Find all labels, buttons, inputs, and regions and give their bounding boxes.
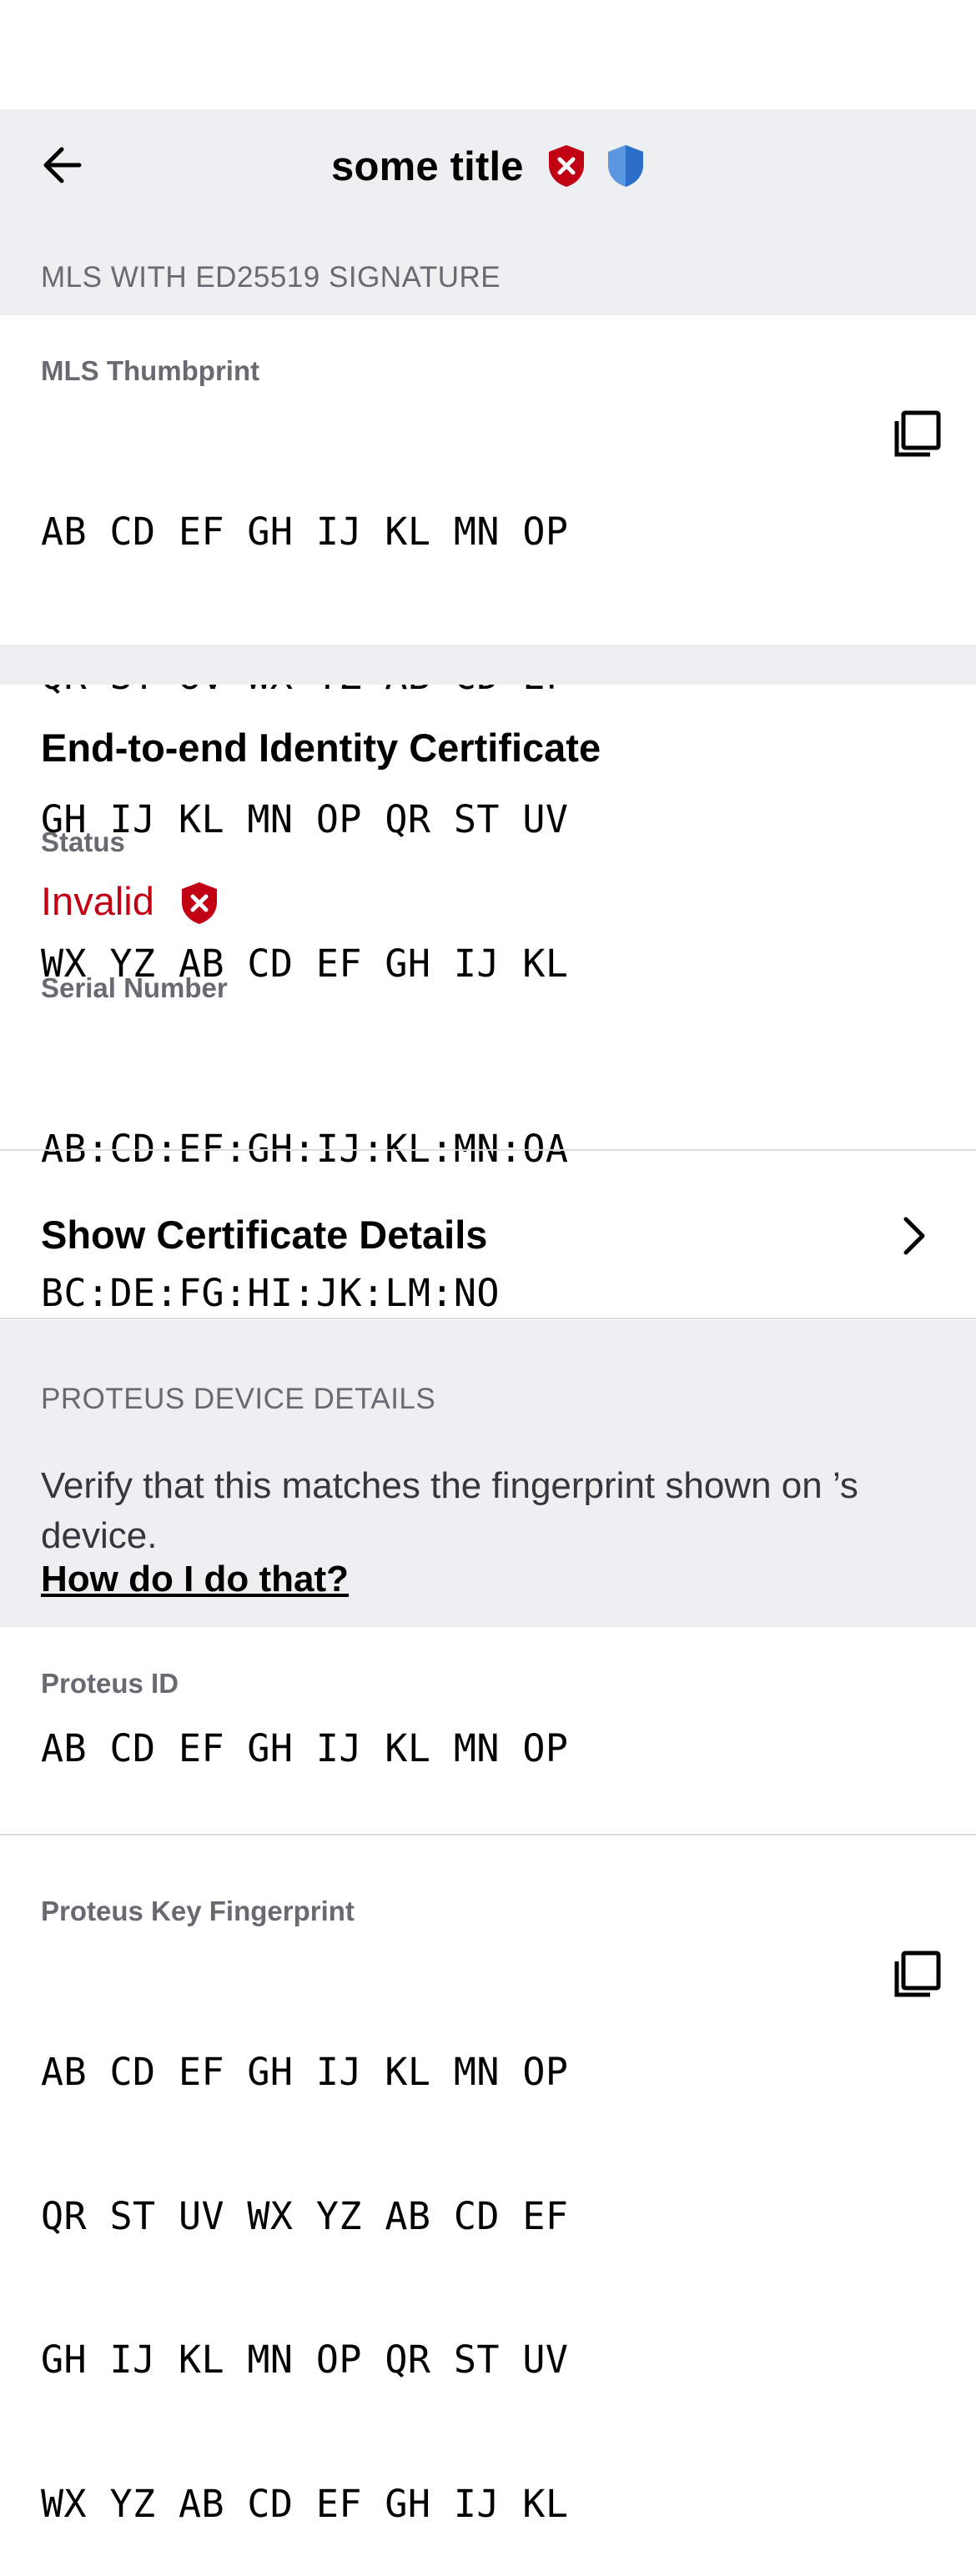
proteus-fingerprint-label: Proteus Key Fingerprint: [41, 1896, 355, 1926]
verify-instructions: Verify that this matches the fingerprint…: [41, 1465, 858, 1556]
how-do-i-do-that-link[interactable]: How do I do that?: [41, 1556, 349, 1603]
shield-half-blue-icon: [608, 145, 643, 187]
hex-line: AB CD EF GH IJ KL MN OP: [41, 2050, 569, 2094]
proteus-section-title: PROTEUS DEVICE DETAILS: [41, 1383, 436, 1415]
show-certificate-details-label: Show Certificate Details: [41, 1213, 488, 1257]
certificate-section-title: End-to-end Identity Certificate: [41, 726, 601, 770]
divider: [0, 1834, 976, 1835]
status-bar: [0, 0, 976, 109]
shield-x-red-icon: [549, 145, 584, 187]
proteus-fingerprint-value: AB CD EF GH IJ KL MN OP QR ST UV WX YZ A…: [41, 1952, 568, 2576]
copy-icon[interactable]: [889, 407, 944, 462]
arrow-left-icon: [43, 147, 82, 183]
shield-x-red-icon: [182, 882, 217, 924]
divider: [0, 1149, 976, 1151]
copy-icon[interactable]: [889, 1947, 944, 2002]
section-separator: [0, 645, 976, 685]
page-title: some title: [331, 144, 524, 189]
divider: [0, 1318, 976, 1319]
proteus-id-value: AB CD EF GH IJ KL MN OP: [41, 1726, 569, 1770]
mls-thumbprint-label: MLS Thumbprint: [41, 355, 260, 386]
proteus-id-label: Proteus ID: [41, 1668, 179, 1699]
hex-line: QR ST UV WX YZ AB CD EF: [41, 2193, 569, 2238]
status-label: Status: [41, 826, 125, 857]
serial-number-label: Serial Number: [41, 972, 228, 1003]
back-button[interactable]: [37, 138, 87, 193]
hex-line: GH IJ KL MN OP QR ST UV: [41, 2337, 569, 2382]
hex-line: WX YZ AB CD EF GH IJ KL: [41, 2481, 569, 2526]
chevron-right-icon: [903, 1217, 925, 1255]
hex-line: AB CD EF GH IJ KL MN OP: [41, 510, 569, 554]
mls-section-title: MLS WITH ED25519 SIGNATURE: [41, 261, 501, 294]
status-value: Invalid: [41, 879, 154, 923]
